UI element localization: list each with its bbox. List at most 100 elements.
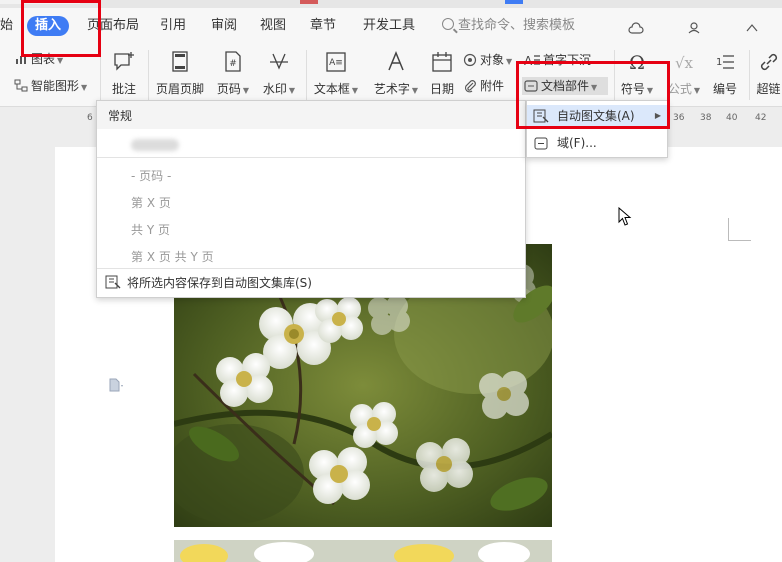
header-footer-label: 页眉页脚 bbox=[155, 82, 204, 96]
search-icon bbox=[442, 18, 454, 30]
ruler-number: 42 bbox=[755, 113, 767, 123]
tab-chapter[interactable]: 章节 bbox=[310, 16, 336, 36]
blurred-entry[interactable] bbox=[131, 139, 179, 151]
ruler-number: 38 bbox=[700, 113, 712, 123]
chevron-down-icon: ▼ bbox=[693, 86, 701, 95]
save-to-autotext-label: 将所选内容保存到自动图文集库(S) bbox=[127, 276, 312, 290]
menu-item-field[interactable]: 域(F)... bbox=[527, 132, 667, 154]
hyperlink-button[interactable]: 超链 bbox=[755, 50, 782, 97]
tab-review[interactable]: 审阅 bbox=[211, 16, 237, 36]
comment-button[interactable]: 批注 bbox=[108, 50, 140, 97]
numbering-label: 编号 bbox=[712, 82, 737, 96]
toolbar-divider bbox=[148, 50, 149, 100]
smart-art-button[interactable]: 智能图形 ▼ bbox=[14, 77, 87, 95]
formula-label: 公式 bbox=[667, 82, 692, 96]
date-label: 日期 bbox=[429, 82, 454, 96]
attachment-button[interactable]: 附件 bbox=[463, 77, 504, 95]
ruler-number: 40 bbox=[726, 113, 738, 123]
tab-view[interactable]: 视图 bbox=[260, 16, 286, 36]
smart-art-icon bbox=[14, 79, 28, 98]
wordart-button[interactable]: 艺术字 ▼ bbox=[370, 50, 422, 97]
link-icon bbox=[755, 50, 782, 77]
page-number-dropdown[interactable]: 常规 - 页码 - 第 X 页 共 Y 页 第 X 页 共 Y 页 将所选内容保… bbox=[96, 100, 526, 298]
hyperlink-label: 超链 bbox=[756, 82, 781, 96]
collaborate-icon[interactable] bbox=[688, 22, 704, 37]
window-tab-segment bbox=[505, 0, 523, 4]
numbering-button[interactable]: 1 编号 bbox=[710, 50, 740, 97]
chevron-down-icon: ▼ bbox=[288, 86, 296, 95]
chevron-down-icon: ▼ bbox=[506, 57, 513, 66]
search-placeholder: 查找命令、搜索模板 bbox=[458, 18, 576, 33]
page-number-button[interactable]: # 页码 ▼ bbox=[213, 50, 253, 97]
paragraph-layout-icon[interactable] bbox=[108, 378, 124, 395]
autotext-icon bbox=[105, 274, 121, 293]
tab-developer[interactable]: 开发工具 bbox=[363, 16, 415, 36]
watermark-url: jingyan.baidu.com bbox=[604, 530, 693, 542]
watermark-label: 水印 bbox=[262, 82, 287, 96]
watermark-button[interactable]: 水印 ▼ bbox=[259, 50, 299, 97]
svg-text:√x: √x bbox=[675, 54, 694, 72]
comment-icon bbox=[108, 50, 140, 77]
field-icon bbox=[533, 136, 549, 158]
option-total-y[interactable]: 共 Y 页 bbox=[131, 221, 170, 238]
toolbar-divider bbox=[306, 50, 307, 100]
field-label: 域(F)... bbox=[557, 136, 597, 150]
svg-text:#: # bbox=[229, 59, 237, 69]
ruler-number: 36 bbox=[673, 113, 685, 123]
object-label: 对象 bbox=[480, 53, 505, 67]
wordart-icon bbox=[370, 50, 422, 77]
chevron-down-icon: ▼ bbox=[411, 86, 419, 95]
second-photo[interactable] bbox=[174, 540, 552, 562]
numbering-icon: 1 bbox=[710, 50, 740, 77]
textbox-label: 文本框 bbox=[313, 82, 350, 96]
option-page-x[interactable]: 第 X 页 bbox=[131, 194, 171, 211]
page-margin-marker bbox=[728, 218, 751, 241]
watermark-logo-text: Bai经验 bbox=[598, 491, 710, 524]
section-general-label: 常规 bbox=[108, 109, 133, 123]
textbox-icon: A≡ bbox=[312, 50, 360, 77]
page-number-icon: # bbox=[213, 50, 253, 77]
svg-text:A≡: A≡ bbox=[329, 58, 343, 68]
cloud-sync-icon[interactable] bbox=[628, 22, 644, 37]
calendar-icon bbox=[428, 50, 456, 77]
header-footer-button[interactable]: 页眉页脚 bbox=[154, 50, 206, 97]
command-search[interactable]: 查找命令、搜索模板 bbox=[442, 16, 575, 36]
dropdown-divider bbox=[97, 268, 525, 269]
chevron-down-icon: ▼ bbox=[57, 56, 64, 65]
option-page-x-of-y[interactable]: 第 X 页 共 Y 页 bbox=[131, 248, 214, 265]
ribbon-tab-bar: 始 插入 页面布局 引用 审阅 视图 章节 开发工具 查找命令、搜索模板 bbox=[0, 8, 782, 44]
dropdown-divider bbox=[97, 157, 525, 158]
page-number-label: 页码 bbox=[216, 82, 241, 96]
comment-label: 批注 bbox=[111, 82, 136, 96]
svg-text:1: 1 bbox=[716, 57, 722, 68]
save-to-autotext-item[interactable]: 将所选内容保存到自动图文集库(S) bbox=[105, 274, 312, 293]
tab-references[interactable]: 引用 bbox=[160, 16, 186, 36]
date-button[interactable]: 日期 bbox=[428, 50, 456, 97]
header-footer-icon bbox=[154, 50, 206, 77]
formula-button[interactable]: √x 公式 ▼ bbox=[664, 50, 704, 97]
window-tab-segment bbox=[300, 0, 318, 4]
mouse-pointer-icon bbox=[618, 206, 632, 230]
ruler-number: 6 bbox=[87, 113, 93, 123]
formula-icon: √x bbox=[664, 50, 704, 77]
highlight-insert-tab bbox=[21, 0, 101, 57]
object-button[interactable]: 对象 ▼ bbox=[463, 51, 512, 69]
textbox-button[interactable]: A≡ 文本框 ▼ bbox=[312, 50, 360, 97]
dropdown-section-header: 常规 bbox=[97, 101, 525, 129]
paperclip-icon bbox=[463, 79, 477, 98]
share-icon[interactable] bbox=[744, 22, 760, 37]
toolbar-divider bbox=[100, 50, 101, 100]
smart-art-label: 智能图形 bbox=[31, 79, 80, 93]
chevron-down-icon: ▼ bbox=[242, 86, 250, 95]
chevron-down-icon: ▼ bbox=[81, 83, 88, 92]
highlight-doc-parts bbox=[516, 61, 670, 129]
chevron-down-icon: ▼ bbox=[351, 86, 359, 95]
tab-start[interactable]: 始 bbox=[0, 16, 13, 36]
baidu-jingyan-watermark: Bai经验 jingyan.baidu.com bbox=[598, 478, 782, 562]
option-page-number[interactable]: - 页码 - bbox=[131, 167, 171, 184]
wordart-label: 艺术字 bbox=[373, 82, 410, 96]
attachment-label: 附件 bbox=[480, 79, 505, 93]
watermark-icon bbox=[259, 50, 299, 77]
object-icon bbox=[463, 53, 477, 72]
window-title-strip bbox=[0, 0, 782, 8]
